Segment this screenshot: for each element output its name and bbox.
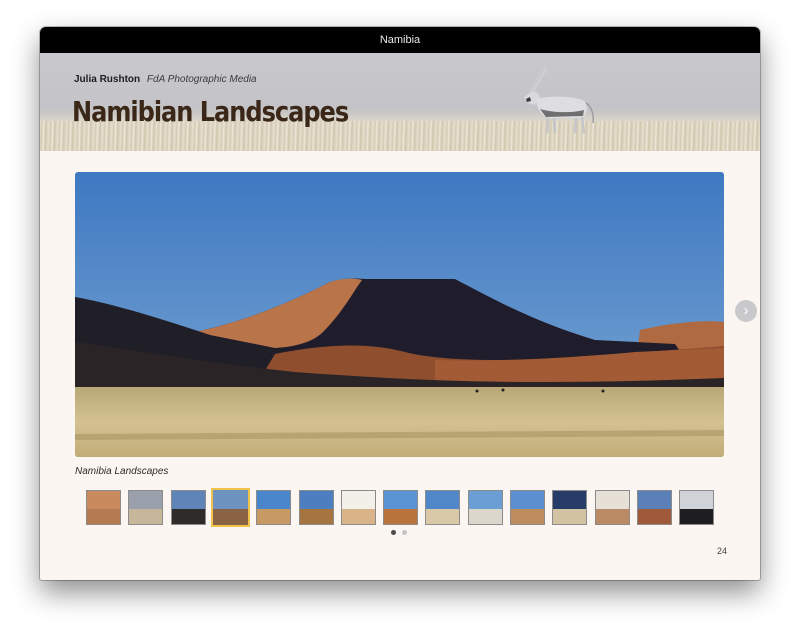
thumbnail-1[interactable] [86,490,121,525]
oryx-illustration [524,65,594,134]
thumbnail-8[interactable] [383,490,419,525]
page-dot-1[interactable] [391,530,396,535]
thumbnail-ground [553,509,587,524]
book-window: Namibia Julia Rushton FdA Photographic M… [40,27,760,580]
pagination-dots [391,530,411,536]
thumbnail-ground [257,509,291,524]
thumbnail-12[interactable] [552,490,588,525]
window-title: Namibia [40,27,760,53]
thumbnail-ground [680,509,714,524]
thumbnail-13[interactable] [594,490,630,525]
author-name: Julia Rushton [74,74,141,85]
thumbnail-3[interactable] [170,490,206,525]
thumbnail-ground [212,509,248,525]
header-banner: Julia Rushton FdA Photographic Media Nam… [40,53,760,151]
chevron-right-icon: › [743,302,749,319]
thumbnail-ground [426,509,460,524]
thumbnail-ground [511,509,544,524]
thumbnail-ground [171,509,205,524]
page-dot-2[interactable] [402,530,407,535]
thumbnail-9[interactable] [425,490,461,525]
thumbnail-ground [341,509,375,524]
thumbnail-ground [384,509,418,524]
thumbnail-ground [299,509,333,524]
thumbnail-4[interactable] [210,488,250,527]
thumbnail-7[interactable] [340,490,376,525]
thumbnail-10[interactable] [467,490,503,525]
thumbnail-ground [129,509,163,524]
page-title: Namibian Landscapes [72,95,349,128]
byline: Julia Rushton FdA Photographic Media [74,74,257,85]
thumbnail-strip [86,488,726,527]
thumbnail-ground [595,509,629,524]
thumbnail-ground [637,509,671,524]
gallery-caption: Namibia Landscapes [75,466,169,477]
thumbnail-14[interactable] [636,490,672,525]
thumbnail-11[interactable] [510,490,545,525]
thumbnail-6[interactable] [298,490,334,525]
next-button[interactable]: › [735,300,757,322]
thumbnail-ground [468,509,502,524]
publisher-name: FdA Photographic Media [146,74,257,85]
thumbnail-2[interactable] [128,490,164,525]
main-photo [75,172,724,457]
thumbnail-5[interactable] [256,490,292,525]
page-number: 24 [716,546,727,556]
thumbnail-15[interactable] [679,490,715,525]
thumbnail-ground [87,509,120,524]
